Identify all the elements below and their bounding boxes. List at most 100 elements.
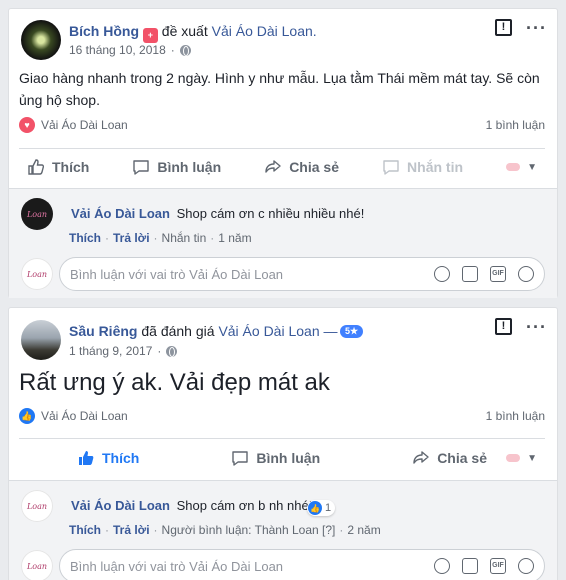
post-corner-actions: ! ···: [495, 19, 547, 37]
post-corner-actions: ! ···: [495, 318, 547, 336]
audience-selector[interactable]: ▼: [498, 162, 545, 173]
author-avatar[interactable]: [21, 320, 61, 360]
commenter-name[interactable]: Vải Áo Dài Loan: [71, 498, 170, 513]
author-avatar[interactable]: [21, 20, 61, 60]
divider: [19, 148, 545, 149]
comment-time[interactable]: 2 năm: [347, 523, 380, 537]
more-options-icon[interactable]: ···: [526, 19, 547, 37]
post-meta: 16 tháng 10, 2018 ·: [69, 43, 191, 57]
comment-like-count: 1: [325, 502, 332, 514]
comment-label: Bình luận: [256, 450, 321, 466]
emoji-icon[interactable]: [434, 266, 450, 282]
post-verb: đề xuất: [161, 23, 208, 39]
like-label: Thích: [52, 159, 90, 175]
sticker-icon[interactable]: [518, 558, 534, 574]
composer-tools: GIF: [434, 558, 534, 574]
commenter-avatar[interactable]: Loan: [21, 198, 53, 230]
reaction-summary: 👍 Vải Áo Dài Loan 1 bình luận: [19, 408, 545, 424]
post-text: Giao hàng nhanh trong 2 ngày. Hình y như…: [19, 70, 540, 108]
camera-icon[interactable]: [462, 558, 478, 574]
post-verb: đã đánh giá: [141, 323, 215, 339]
thumbs-up-icon: [77, 449, 95, 467]
separator: ·: [339, 523, 344, 537]
comment-icon: [231, 449, 249, 467]
globe-icon: [166, 345, 178, 357]
reactor-name[interactable]: Vải Áo Dài Loan: [41, 118, 128, 132]
separator: ·: [170, 43, 175, 57]
comment-button[interactable]: Bình luận: [124, 158, 229, 176]
comment-composer[interactable]: Bình luận với vai trò Vải Áo Dài Loan GI…: [59, 257, 545, 291]
comment-bubble: Vải Áo Dài Loan Shop cám ơn c nhiều nhiề…: [61, 199, 375, 229]
comment-meta: Thích · Trả lời · Nhắn tin · 1 năm: [69, 231, 252, 245]
share-icon: [264, 158, 282, 176]
separator: ·: [210, 231, 215, 245]
separator: ·: [157, 344, 162, 358]
report-icon[interactable]: !: [495, 318, 513, 335]
comment-icon: [132, 158, 150, 176]
divider: [19, 438, 545, 439]
share-button[interactable]: Chia sẻ: [404, 449, 495, 467]
page-avatar-icon: [506, 454, 521, 462]
like-button[interactable]: Thích: [69, 449, 147, 467]
composer-placeholder: Bình luận với vai trò Vải Áo Dài Loan: [70, 558, 284, 574]
loan-logo: Loan: [21, 490, 53, 522]
chevron-down-icon: ▼: [527, 161, 537, 173]
action-bar: Thích Bình luận Chia sẻ Nhắn tin ▼: [19, 151, 545, 183]
separator: ·: [105, 523, 109, 537]
share-button[interactable]: Chia sẻ: [256, 158, 347, 176]
post-date[interactable]: 16 tháng 10, 2018: [69, 43, 166, 57]
comment-like-badge[interactable]: 👍 1: [307, 500, 336, 516]
comment-count[interactable]: 1 bình luận: [486, 118, 545, 132]
comment-like-link[interactable]: Thích: [69, 523, 101, 537]
like-icon: 👍: [19, 408, 35, 424]
page-link[interactable]: Vải Áo Dài Loan.: [212, 23, 317, 39]
comment-message-link[interactable]: Nhắn tin: [162, 231, 207, 245]
comment-button[interactable]: Bình luận: [223, 449, 328, 467]
commenter-avatar[interactable]: Loan: [21, 490, 53, 522]
reactor-name[interactable]: Vải Áo Dài Loan: [41, 409, 128, 423]
love-icon: ♥: [19, 117, 35, 133]
share-label: Chia sẻ: [289, 159, 339, 175]
camera-icon[interactable]: [462, 266, 478, 282]
like-label: Thích: [102, 450, 140, 466]
loan-logo-dark: Loan: [21, 198, 53, 230]
review-post-1: Bích Hồng + đề xuất Vải Áo Dài Loan. 16 …: [8, 8, 558, 298]
sticker-icon[interactable]: [518, 266, 534, 282]
post-header: Bích Hồng + đề xuất Vải Áo Dài Loan.: [69, 23, 317, 43]
audience-selector[interactable]: ▼: [498, 453, 545, 464]
commenter-name[interactable]: Vải Áo Dài Loan: [71, 206, 170, 221]
commenter-attribution: Người bình luận: Thành Loan [?]: [161, 523, 336, 537]
review-post-2: Sầu Riêng đã đánh giá Vải Áo Dài Loan — …: [8, 307, 558, 580]
messenger-icon: [382, 158, 400, 176]
message-button[interactable]: Nhắn tin: [374, 158, 471, 176]
gif-icon[interactable]: GIF: [490, 558, 506, 574]
thumbs-up-icon: [27, 158, 45, 176]
post-text: Rất ưng ý ak. Vải đẹp mát ak: [19, 369, 330, 396]
comment-time[interactable]: 1 năm: [218, 231, 251, 245]
author-name[interactable]: Bích Hồng: [69, 23, 139, 39]
action-bar: Thích Bình luận Chia sẻ ▼: [19, 442, 545, 474]
comment-count[interactable]: 1 bình luận: [486, 409, 545, 423]
comment-like-link[interactable]: Thích: [69, 231, 101, 245]
separator: ·: [105, 231, 109, 245]
page-link[interactable]: Vải Áo Dài Loan —: [218, 323, 337, 339]
comment-meta: Thích · Trả lời · Người bình luận: Thành…: [69, 523, 381, 537]
comment-reply-link[interactable]: Trả lời: [113, 231, 150, 245]
gif-icon[interactable]: GIF: [490, 266, 506, 282]
comment-bubble: Vải Áo Dài Loan Shop cám ơn b nh nhé!: [61, 491, 323, 521]
recommend-icon: +: [142, 27, 158, 43]
share-label: Chia sẻ: [437, 450, 487, 466]
comments-section: Loan Vải Áo Dài Loan Shop cám ơn c nhiều…: [9, 188, 557, 298]
author-name[interactable]: Sầu Riêng: [69, 323, 137, 339]
loan-logo: Loan: [21, 258, 53, 290]
message-label: Nhắn tin: [407, 159, 464, 175]
more-options-icon[interactable]: ···: [526, 318, 547, 336]
comment-composer[interactable]: Bình luận với vai trò Vải Áo Dài Loan GI…: [59, 549, 545, 580]
post-date[interactable]: 1 tháng 9, 2017: [69, 344, 152, 358]
like-button[interactable]: Thích: [19, 158, 97, 176]
report-icon[interactable]: !: [495, 19, 513, 36]
emoji-icon[interactable]: [434, 558, 450, 574]
comment-reply-link[interactable]: Trả lời: [113, 523, 150, 537]
comments-section: Loan Vải Áo Dài Loan Shop cám ơn b nh nh…: [9, 480, 557, 580]
post-meta: 1 tháng 9, 2017 ·: [69, 344, 178, 358]
